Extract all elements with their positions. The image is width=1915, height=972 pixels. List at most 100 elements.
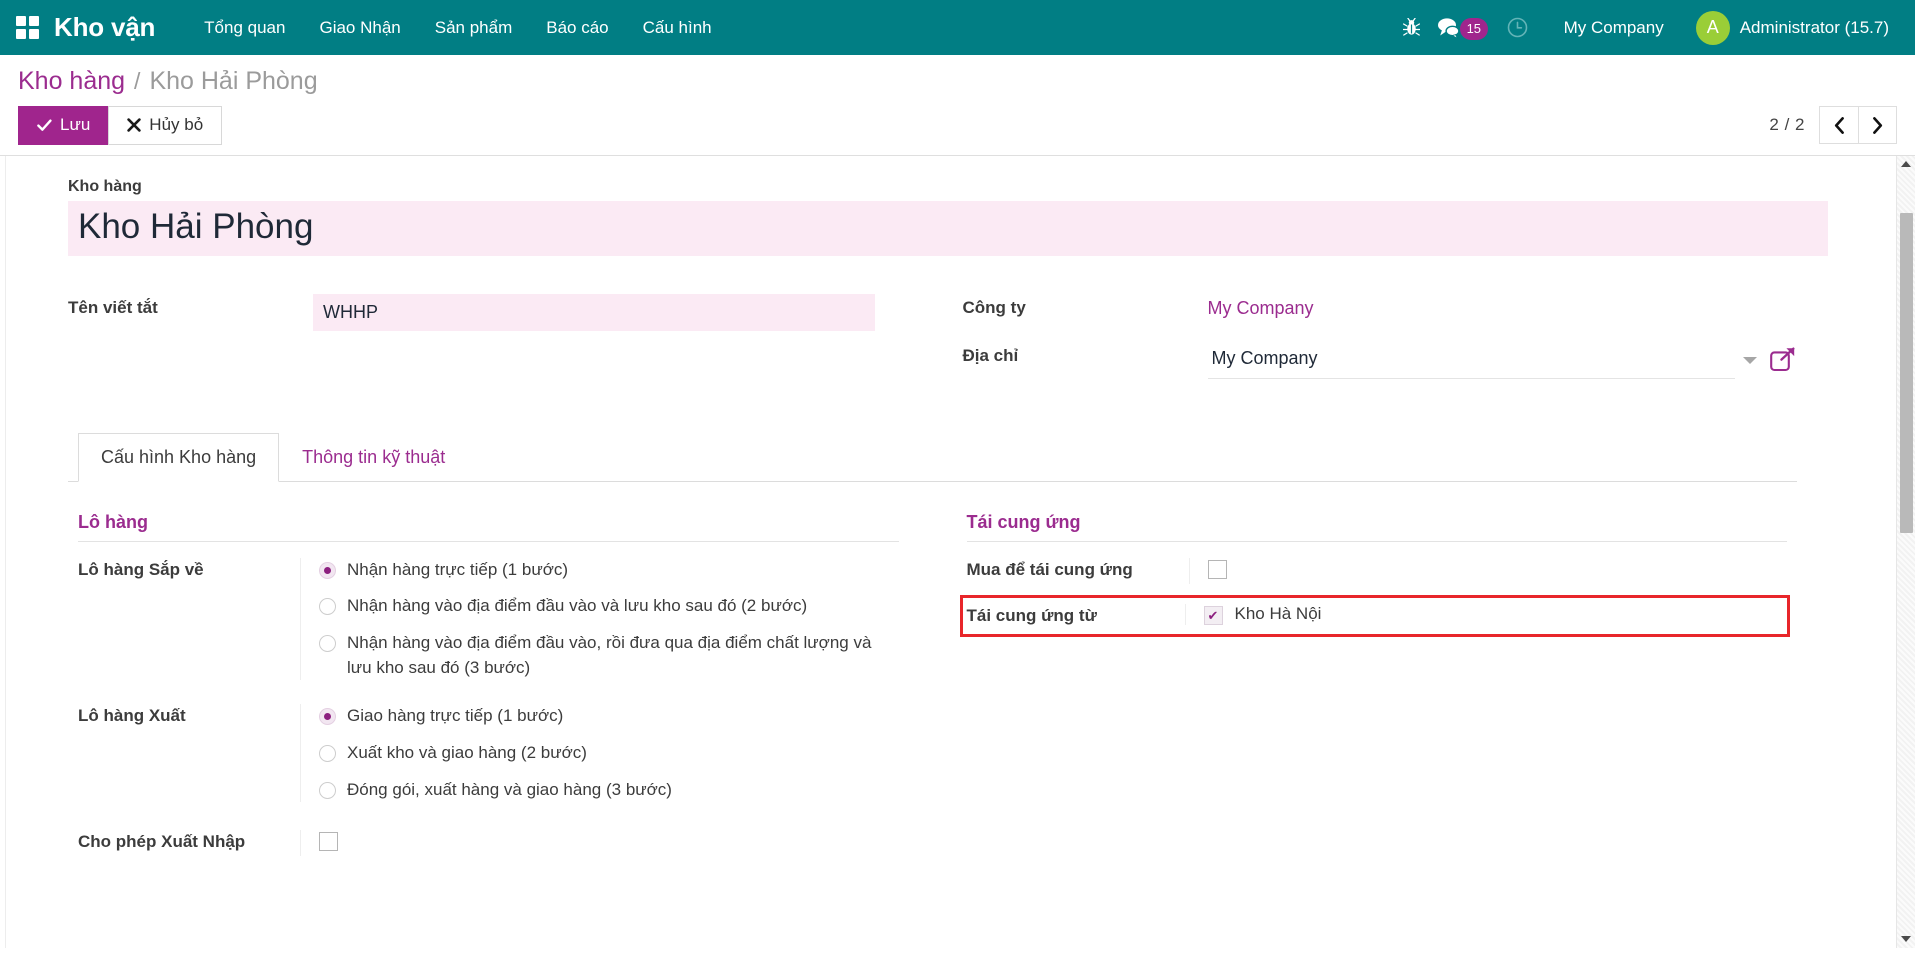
vertical-scroll-thumb[interactable] [1900, 213, 1913, 533]
radio-icon-unselected[interactable] [319, 635, 336, 652]
resupply-allowed-checkbox[interactable] [319, 832, 338, 851]
close-x-icon [127, 118, 141, 132]
sheet-left-gutter [0, 156, 6, 948]
radio-icon-unselected[interactable] [319, 598, 336, 615]
chevron-right-icon [1872, 117, 1883, 134]
pager-previous-button[interactable] [1820, 107, 1858, 143]
form-scroll-area: Kho hàng Tên viết tắt Công ty My Company [0, 156, 1915, 948]
pager-count-label: 2 / 2 [1769, 115, 1805, 135]
buy-to-resupply-row: Mua để tái cung ứng [967, 558, 1788, 584]
menu-item-products[interactable]: Sản phẩm [418, 10, 530, 46]
check-icon [37, 119, 52, 132]
scroll-down-arrow-icon[interactable] [1897, 931, 1915, 948]
notebook-tab-list: Cấu hình Kho hàng Thông tin kỹ thuật [68, 433, 1797, 482]
radio-icon-selected[interactable] [319, 708, 336, 725]
app-brand-title[interactable]: Kho vận [54, 12, 155, 43]
incoming-option-3-label: Nhận hàng vào địa điểm đầu vào, rồi đưa … [347, 631, 899, 680]
incoming-shipments-radio-group: Nhận hàng trực tiếp (1 bước) Nhận hàng v… [300, 558, 899, 681]
activities-clock-icon[interactable] [1498, 8, 1538, 48]
resupply-from-option-hanoi[interactable]: Kho Hà Nội [1204, 604, 1784, 625]
incoming-option-2-steps[interactable]: Nhận hàng vào địa điểm đầu vào và lưu kh… [319, 594, 899, 619]
chevron-down-icon[interactable] [1743, 357, 1757, 364]
outgoing-option-2-steps[interactable]: Xuất kho và giao hàng (2 bước) [319, 741, 899, 766]
control-panel: Kho hàng / Kho Hải Phòng Lưu Hủy bỏ 2 / … [0, 55, 1915, 156]
pager-buttons [1819, 106, 1897, 144]
tab-warehouse-configuration[interactable]: Cấu hình Kho hàng [78, 433, 279, 482]
resupply-from-row-highlighted: Tái cung ứng từ Kho Hà Nội [963, 598, 1788, 634]
resupply-from-value: Kho Hà Nội [1185, 604, 1784, 625]
grid-apps-icon [16, 16, 39, 39]
apps-launcher-button[interactable] [8, 9, 46, 47]
breadcrumb-root-link[interactable]: Kho hàng [18, 67, 125, 96]
warehouse-name-input[interactable] [68, 201, 1828, 256]
header-fields-group: Tên viết tắt Công ty My Company Địa chỉ [68, 290, 1797, 389]
incoming-option-3-steps[interactable]: Nhận hàng vào địa điểm đầu vào, rồi đưa … [319, 631, 899, 680]
short-name-label: Tên viết tắt [68, 290, 313, 318]
resupply-allowed-row: Cho phép Xuất Nhập [78, 830, 899, 856]
scroll-up-arrow-icon[interactable] [1897, 156, 1915, 173]
short-name-input[interactable] [313, 294, 875, 331]
discard-button-label: Hủy bỏ [149, 116, 203, 135]
outgoing-shipments-label: Lô hàng Xuất [78, 704, 300, 726]
record-pager: 2 / 2 [1769, 106, 1897, 144]
breadcrumb: Kho hàng / Kho Hải Phòng [18, 67, 1897, 96]
save-button-label: Lưu [60, 116, 90, 135]
outgoing-option-3-steps[interactable]: Đóng gói, xuất hàng và giao hàng (3 bước… [319, 778, 899, 803]
short-name-value-wrap [313, 290, 903, 331]
company-value-wrap: My Company [1208, 290, 1798, 319]
address-input[interactable] [1208, 342, 1736, 379]
address-many2one-widget [1208, 342, 1798, 379]
menu-item-overview[interactable]: Tổng quan [187, 10, 302, 46]
avatar: A [1696, 11, 1730, 45]
radio-icon-unselected[interactable] [319, 782, 336, 799]
debug-bug-icon[interactable] [1392, 8, 1432, 48]
menu-item-configuration[interactable]: Cấu hình [626, 10, 729, 46]
incoming-option-2-label: Nhận hàng vào địa điểm đầu vào và lưu kh… [347, 594, 807, 619]
pager-next-button[interactable] [1858, 107, 1896, 143]
company-value-link[interactable]: My Company [1208, 294, 1314, 319]
incoming-option-1-label: Nhận hàng trực tiếp (1 bước) [347, 558, 568, 583]
buy-to-resupply-value [1189, 558, 1788, 584]
outgoing-option-1-step[interactable]: Giao hàng trực tiếp (1 bước) [319, 704, 899, 729]
incoming-option-1-step[interactable]: Nhận hàng trực tiếp (1 bước) [319, 558, 899, 583]
company-field-row: Công ty My Company [963, 290, 1798, 328]
company-label: Công ty [963, 290, 1208, 318]
menu-item-reporting[interactable]: Báo cáo [529, 10, 625, 46]
address-value-wrap [1208, 338, 1798, 379]
top-navbar: Kho vận Tổng quan Giao Nhận Sản phẩm Báo… [0, 0, 1915, 55]
header-right-column: Công ty My Company Địa chỉ [933, 290, 1798, 389]
outgoing-shipments-radio-group: Giao hàng trực tiếp (1 bước) Xuất kho và… [300, 704, 899, 802]
warehouse-form-sheet: Kho hàng Tên viết tắt Công ty My Company [0, 156, 1845, 900]
messages-button[interactable]: 15 [1436, 17, 1498, 39]
resupply-from-option-label: Kho Hà Nội [1235, 604, 1322, 624]
resupply-group: Tái cung ứng Mua để tái cung ứng Tái cun… [933, 512, 1788, 870]
menu-item-transfers[interactable]: Giao Nhận [302, 10, 417, 46]
radio-icon-selected[interactable] [319, 562, 336, 579]
vertical-scrollbar[interactable] [1896, 156, 1915, 948]
tab-technical-information[interactable]: Thông tin kỹ thuật [279, 433, 468, 482]
resupply-from-label: Tái cung ứng từ [963, 604, 1185, 626]
user-menu[interactable]: A Administrator (15.7) [1692, 7, 1895, 49]
shipments-group-title: Lô hàng [78, 512, 899, 542]
record-title-block: Kho hàng [68, 178, 1797, 256]
outgoing-option-2-label: Xuất kho và giao hàng (2 bước) [347, 741, 587, 766]
company-switcher[interactable]: My Company [1550, 10, 1678, 46]
save-button[interactable]: Lưu [18, 106, 109, 145]
buy-to-resupply-label: Mua để tái cung ứng [967, 558, 1189, 580]
resupply-from-checkbox[interactable] [1204, 606, 1223, 625]
breadcrumb-separator: / [134, 68, 140, 95]
short-name-field-row: Tên viết tắt [68, 290, 903, 331]
external-link-icon[interactable] [1769, 346, 1797, 374]
navbar-systray: 15 My Company A Administrator (15.7) [1392, 7, 1895, 49]
form-notebook: Cấu hình Kho hàng Thông tin kỹ thuật Lô … [68, 433, 1797, 870]
discard-button[interactable]: Hủy bỏ [108, 106, 222, 145]
incoming-shipments-label: Lô hàng Sắp về [78, 558, 300, 580]
messages-count-badge: 15 [1460, 18, 1488, 40]
buy-to-resupply-checkbox[interactable] [1208, 560, 1227, 579]
main-menu: Tổng quan Giao Nhận Sản phẩm Báo cáo Cấu… [187, 10, 728, 46]
shipments-group: Lô hàng Lô hàng Sắp về Nhận hàng trực ti… [78, 512, 933, 870]
outgoing-option-3-label: Đóng gói, xuất hàng và giao hàng (3 bước… [347, 778, 672, 803]
outgoing-shipments-row: Lô hàng Xuất Giao hàng trực tiếp (1 bước… [78, 704, 899, 802]
radio-icon-unselected[interactable] [319, 745, 336, 762]
outgoing-option-1-label: Giao hàng trực tiếp (1 bước) [347, 704, 563, 729]
